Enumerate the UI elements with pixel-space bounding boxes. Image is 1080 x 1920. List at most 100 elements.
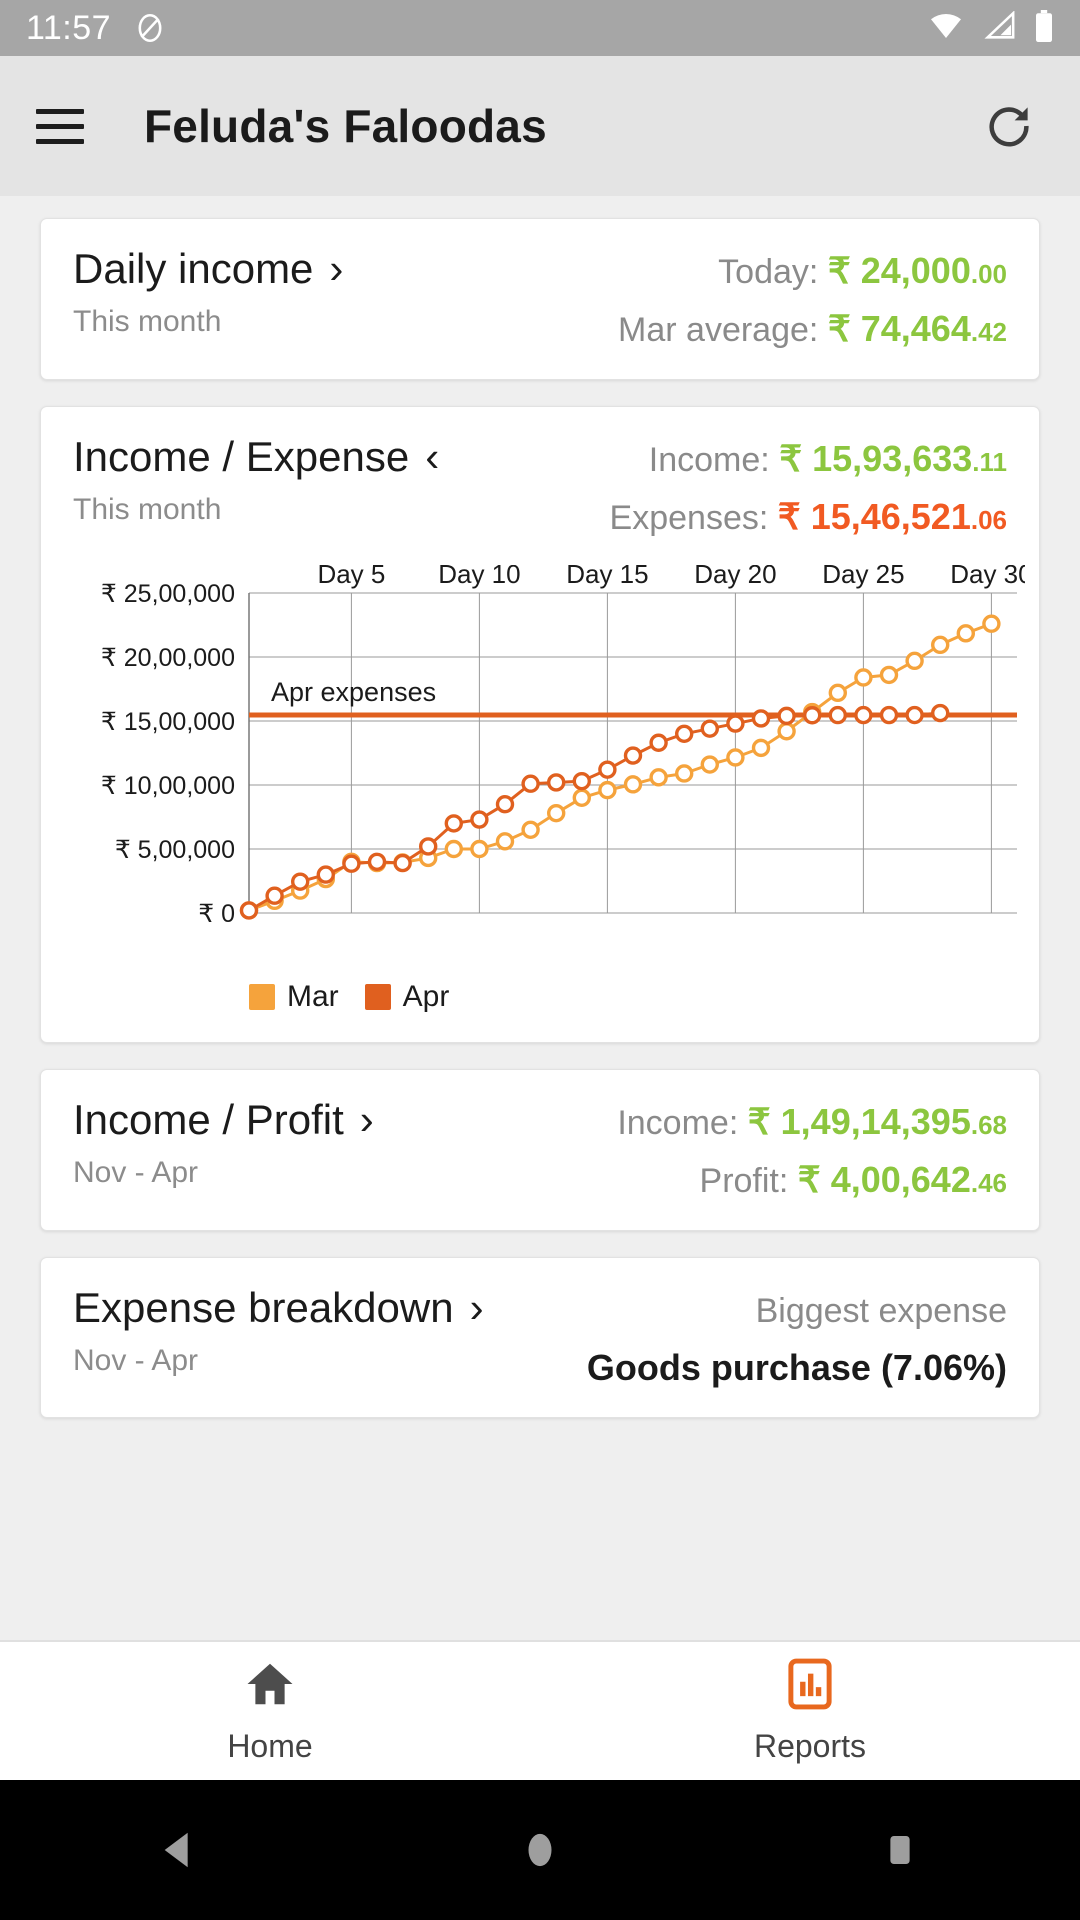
income-profit-income-decimals: .68 xyxy=(970,1109,1007,1140)
income-profit-income-amount: ₹ 1,49,14,395.68 xyxy=(748,1101,1007,1142)
nav-label-reports: Reports xyxy=(753,1728,867,1764)
card-income-profit[interactable]: Income / Profit › Nov - Apr Income: ₹ 1,… xyxy=(40,1068,1040,1231)
data-point-Apr xyxy=(854,705,873,725)
chevron-left-icon[interactable]: ‹ xyxy=(425,433,439,481)
income-profit-title: Income / Profit › xyxy=(73,1096,374,1144)
rupee-icon: ₹ xyxy=(827,250,851,291)
data-point-Mar xyxy=(623,775,643,794)
refresh-icon[interactable] xyxy=(974,91,1044,161)
rupee-icon: ₹ xyxy=(747,1100,771,1142)
reports-bar-chart-icon xyxy=(783,1657,837,1716)
nav-item-home[interactable]: Home xyxy=(0,1657,540,1765)
legend-label-mar: Mar xyxy=(287,979,339,1013)
data-point-Apr xyxy=(828,705,847,725)
daily-income-title-text: Daily income xyxy=(73,245,314,292)
wifi-icon xyxy=(928,11,964,46)
expense-breakdown-right: Biggest expense Goods purchase (7.06%) xyxy=(587,1292,1007,1389)
income-profit-profit: Profit: ₹ 4,00,642.46 xyxy=(700,1159,1007,1201)
card-expense-breakdown[interactable]: Expense breakdown › Nov - Apr Biggest ex… xyxy=(40,1256,1040,1418)
home-circle-icon[interactable] xyxy=(360,1827,720,1873)
dnd-icon xyxy=(133,11,167,45)
data-point-Mar xyxy=(700,755,719,774)
x-axis-tick-label: Day 20 xyxy=(694,565,776,589)
data-point-Apr xyxy=(777,706,796,725)
daily-income-average-decimals: .42 xyxy=(970,317,1007,348)
income-expense-expenses: Expenses: ₹ 15,46,521.06 xyxy=(610,496,1007,538)
chevron-right-icon[interactable]: › xyxy=(329,245,343,293)
data-point-Apr xyxy=(393,853,412,873)
data-point-Apr xyxy=(879,705,899,725)
expense-breakdown-row: Expense breakdown › Nov - Apr Biggest ex… xyxy=(73,1284,1007,1389)
y-axis-tick-label: ₹ 20,00,000 xyxy=(101,644,235,672)
income-profit-title-text: Income / Profit xyxy=(73,1095,344,1143)
income-expense-chart[interactable]: ₹ 25,00,000 ₹ 20,00,000 ₹ 15,00,000 ₹ 10,00… xyxy=(73,559,1033,1014)
chevron-right-icon[interactable]: › xyxy=(470,1284,484,1332)
data-point-Mar xyxy=(726,748,745,767)
y-axis-tick-label: ₹ 25,00,000 xyxy=(101,580,235,608)
chevron-right-icon[interactable]: › xyxy=(360,1096,374,1144)
rupee-icon: ₹ xyxy=(827,308,851,350)
android-navigation-bar xyxy=(0,1780,1080,1920)
data-point-Mar xyxy=(572,788,591,807)
income-expense-income: Income: ₹ 15,93,633.11 xyxy=(649,438,1007,480)
recents-square-icon[interactable] xyxy=(720,1829,1080,1871)
daily-income-today-amount: ₹ 24,000.00 xyxy=(828,250,1007,291)
data-point-Apr xyxy=(495,794,515,814)
y-axis-tick-label: ₹ 15,00,000 xyxy=(101,708,235,736)
y-axis-tick-label: ₹ 5,00,000 xyxy=(115,836,235,864)
data-point-Apr xyxy=(751,709,771,728)
daily-income-today: Today: ₹ 24,000.00 xyxy=(718,250,1007,292)
legend-item-apr[interactable]: Apr xyxy=(364,980,449,1014)
income-profit-profit-decimals: .46 xyxy=(970,1168,1007,1199)
y-axis-tick-label: ₹ 0 xyxy=(198,900,235,928)
app-bar: Feluda's Faloodas xyxy=(0,56,1080,196)
income-profit-profit-value: 4,00,642 xyxy=(830,1159,971,1201)
signal-icon xyxy=(982,9,1016,46)
daily-income-average-value: 74,464 xyxy=(860,308,971,350)
income-profit-row: Income / Profit › Nov - Apr Income: ₹ 1,… xyxy=(73,1096,1007,1202)
data-point-Apr xyxy=(931,703,950,723)
data-point-Mar xyxy=(956,623,975,643)
income-expense-expenses-value: 15,46,521 xyxy=(810,496,971,538)
x-axis-tick-label: Day 30 xyxy=(950,565,1025,589)
income-expense-income-amount: ₹ 15,93,633.11 xyxy=(779,438,1007,479)
data-point-Apr xyxy=(803,705,822,725)
income-expense-income-value: 15,93,633 xyxy=(812,437,973,479)
rupee-icon: ₹ xyxy=(779,437,803,479)
income-profit-income-value: 1,49,14,395 xyxy=(780,1100,971,1142)
chart-svg: ₹ 25,00,000 ₹ 20,00,000 ₹ 15,00,000 ₹ 10,00… xyxy=(101,559,1033,928)
chart-legend: Mar Apr xyxy=(249,980,1007,1014)
card-daily-income[interactable]: Daily income › This month Today: ₹ 24,00… xyxy=(40,218,1040,380)
page-title: Feluda's Faloodas xyxy=(144,100,547,152)
income-expense-expenses-amount: ₹ 15,46,521.06 xyxy=(778,496,1007,537)
data-point-Apr xyxy=(700,719,719,738)
data-point-Mar xyxy=(879,665,899,684)
card-income-expense[interactable]: Income / Expense ‹ This month Income: ₹ … xyxy=(40,405,1040,1043)
x-axis-tick-label: Day 10 xyxy=(438,565,520,589)
data-point-Apr xyxy=(239,901,259,920)
data-point-Mar xyxy=(854,668,873,687)
data-point-Mar xyxy=(675,764,694,783)
data-point-Apr xyxy=(265,886,284,905)
data-point-Mar xyxy=(470,839,489,859)
income-profit-income-label: Income: xyxy=(617,1103,739,1142)
daily-income-average-label: Mar average: xyxy=(618,311,819,350)
status-bar: 11:57 xyxy=(0,0,1080,56)
expense-breakdown-biggest-value: Goods purchase (7.06%) xyxy=(586,1346,1007,1388)
nav-label-home: Home xyxy=(227,1728,313,1764)
data-point-Apr xyxy=(444,814,463,833)
home-icon xyxy=(243,1657,297,1716)
data-point-Apr xyxy=(521,774,540,793)
hamburger-menu-icon[interactable] xyxy=(36,108,84,144)
data-point-Apr xyxy=(905,705,924,725)
data-point-Apr xyxy=(675,724,694,743)
income-profit-subtitle: Nov - Apr xyxy=(73,1156,199,1190)
data-point-Mar xyxy=(444,839,463,859)
legend-item-mar[interactable]: Mar xyxy=(249,980,339,1014)
income-expense-row: Income / Expense ‹ This month Income: ₹ … xyxy=(73,433,1007,539)
back-triangle-icon[interactable] xyxy=(0,1827,360,1873)
nav-item-reports[interactable]: Reports xyxy=(540,1657,1080,1765)
status-bar-time: 11:57 xyxy=(26,8,112,47)
data-point-Mar xyxy=(777,721,796,741)
data-point-Mar xyxy=(931,635,950,654)
